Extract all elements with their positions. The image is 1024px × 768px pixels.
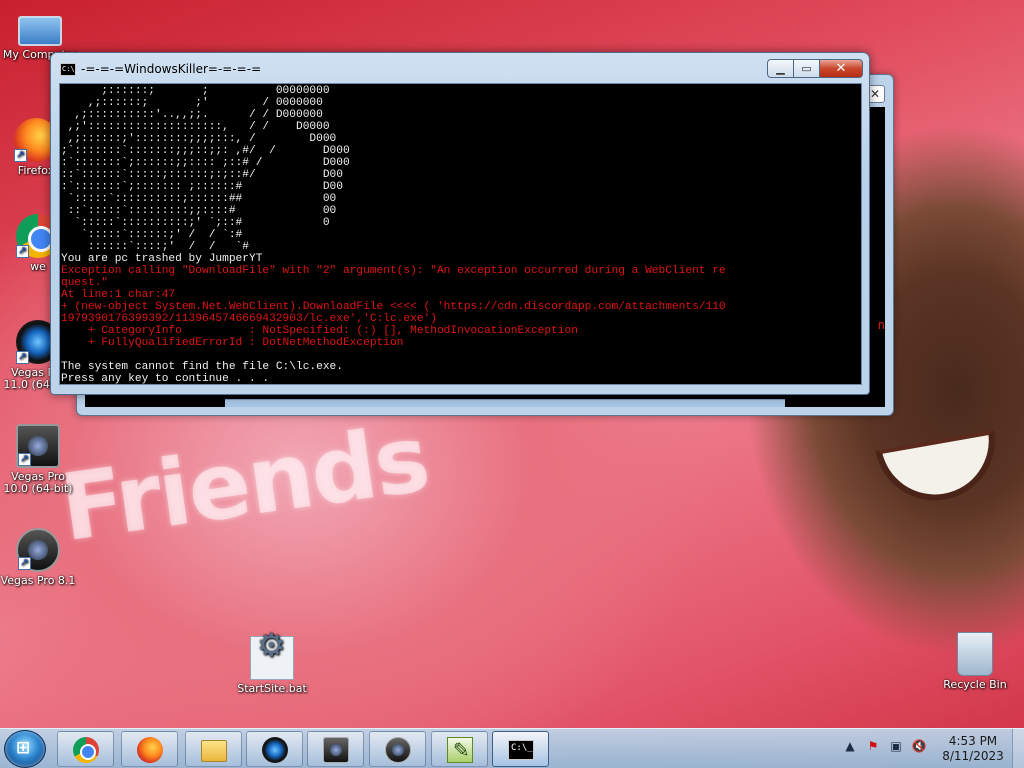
- console-window[interactable]: C:\_ -=-=-=WindowsKiller=-=-=-= ▁ ▭ ✕ ;:…: [50, 52, 870, 395]
- desktop-icon-label: Vegas Pro 8.1: [0, 574, 76, 587]
- vegas-pro-icon: ↗: [16, 424, 60, 468]
- close-button[interactable]: ✕: [819, 59, 863, 78]
- batch-file-icon: [250, 636, 294, 680]
- computer-icon: [18, 16, 62, 46]
- maximize-button[interactable]: ▭: [793, 59, 819, 78]
- notepad-plus-icon: [447, 737, 473, 763]
- wallpaper-friends-text: Friends: [54, 404, 435, 563]
- vegas-pro-icon: [323, 737, 349, 763]
- shortcut-arrow-icon: ↗: [14, 149, 27, 162]
- show-desktop-button[interactable]: [1012, 729, 1024, 768]
- vegas-pro-icon: [262, 737, 288, 763]
- background-console-text: n: [877, 318, 885, 332]
- folder-icon: [201, 740, 227, 762]
- console-line: + CategoryInfo : NotSpecified: (:) [], M…: [61, 325, 578, 337]
- vegas-pro-icon: ↗: [16, 528, 60, 572]
- taskbar-vegas-11[interactable]: [246, 731, 303, 767]
- clock-time: 4:53 PM: [948, 734, 998, 748]
- console-lines: You are pc trashed by JumperYT Exception …: [61, 253, 861, 385]
- taskbar-notepad-plus[interactable]: [431, 731, 488, 767]
- taskbar-vegas-10[interactable]: [307, 731, 364, 767]
- clock-date: 8/11/2023: [942, 749, 1004, 763]
- console-output[interactable]: ;::::::; ; 00000000 ,;::::::; ;' / 00000…: [59, 83, 862, 385]
- shortcut-arrow-icon: ↗: [18, 453, 31, 466]
- title-bar[interactable]: C:\_ -=-=-=WindowsKiller=-=-=-= ▁ ▭ ✕: [51, 53, 869, 83]
- console-line: At line:1 char:47: [61, 289, 176, 301]
- windows-logo-icon: ⊞: [16, 738, 30, 758]
- system-tray: ▲ ⚑ ▣ 🔇: [842, 739, 927, 753]
- taskbar-explorer[interactable]: [185, 731, 242, 767]
- chrome-icon: [73, 737, 99, 763]
- desktop-icon-vegas-10[interactable]: ↗ Vegas Pro 10.0 (64-bit): [0, 424, 76, 495]
- window-controls: ▁ ▭ ✕: [767, 59, 863, 78]
- action-center-warning-icon[interactable]: ⚑: [865, 739, 881, 753]
- console-line: You are pc trashed by JumperYT: [61, 253, 263, 265]
- shortcut-arrow-icon: ↗: [16, 351, 29, 364]
- console-line: Press any key to continue . . .: [61, 373, 270, 385]
- console-line: 1979390176399392/1139645746669432903/lc.…: [61, 313, 437, 325]
- horizontal-scrollbar[interactable]: [225, 399, 785, 407]
- console-line: + (new-object System.Net.WebClient).Down…: [61, 301, 726, 313]
- taskbar-chrome[interactable]: [57, 731, 114, 767]
- volume-muted-icon[interactable]: 🔇: [911, 739, 927, 753]
- console-line: + FullyQualifiedErrorId : DotNetMethodEx…: [61, 337, 404, 349]
- shortcut-arrow-icon: ↗: [16, 245, 29, 258]
- clock[interactable]: 4:53 PM 8/11/2023: [940, 734, 1006, 764]
- desktop-icon-recycle-bin[interactable]: Recycle Bin: [937, 632, 1013, 691]
- taskbar-cmd[interactable]: C:\_: [492, 731, 549, 767]
- desktop-icon-label: StartSite.bat: [237, 682, 307, 695]
- desktop-icon-vegas-81[interactable]: ↗ Vegas Pro 8.1: [0, 528, 76, 587]
- desktop-icon-label: Recycle Bin: [943, 678, 1007, 691]
- taskbar-firefox[interactable]: [121, 731, 178, 767]
- desktop-icon-label: Vegas Pro 10.0 (64-bit): [3, 470, 73, 495]
- taskbar: ⊞ C:\_ ▲ ⚑ ▣ 🔇 4:53 PM 8/11/2023: [0, 728, 1024, 768]
- wallpaper-smile: [875, 430, 1005, 510]
- cmd-icon: C:\_: [508, 740, 534, 760]
- show-hidden-icons-icon[interactable]: ▲: [842, 739, 858, 753]
- console-line: quest.": [61, 277, 108, 289]
- cmd-icon[interactable]: C:\_: [60, 63, 79, 76]
- start-button[interactable]: ⊞: [4, 730, 46, 768]
- desktop-icon-startsite-bat[interactable]: StartSite.bat: [234, 636, 310, 695]
- console-line: The system cannot find the file C:\lc.ex…: [61, 361, 343, 373]
- taskbar-vegas-81[interactable]: [369, 731, 426, 767]
- firefox-icon: [137, 737, 163, 763]
- minimize-button[interactable]: ▁: [767, 59, 793, 78]
- shortcut-arrow-icon: ↗: [18, 557, 31, 570]
- ascii-art: ;::::::; ; 00000000 ,;::::::; ;' / 00000…: [61, 85, 350, 253]
- vegas-pro-icon: [385, 737, 411, 763]
- network-icon[interactable]: ▣: [888, 739, 904, 753]
- window-title: -=-=-=WindowsKiller=-=-=-=: [81, 62, 262, 76]
- recycle-bin-icon: [957, 632, 993, 676]
- console-line: Exception calling "DownloadFile" with "2…: [61, 265, 726, 277]
